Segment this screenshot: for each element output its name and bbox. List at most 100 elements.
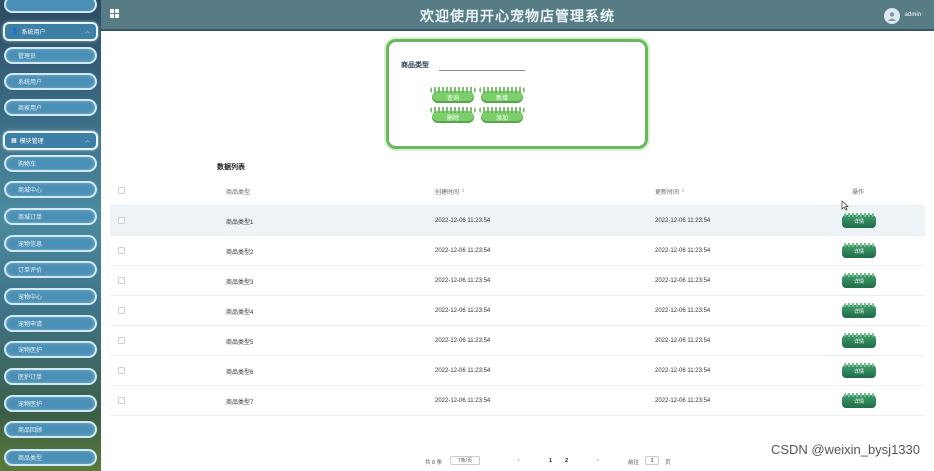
detail-button[interactable]: 详情 bbox=[842, 363, 876, 378]
search-panel: 商品类型 查询 新增 删除 添加 bbox=[386, 39, 648, 149]
sidebar-item[interactable]: 医护订单 bbox=[4, 368, 97, 385]
sidebar-item-active[interactable]: 商品类型 bbox=[4, 449, 97, 466]
detail-button[interactable]: 详情 bbox=[842, 213, 876, 228]
search-input[interactable] bbox=[439, 58, 525, 71]
cell-type: 商品类型4 bbox=[226, 309, 254, 316]
row-checkbox[interactable] bbox=[118, 397, 125, 404]
sidebar-item[interactable]: 系统用户 bbox=[4, 73, 97, 90]
sidebar-group-module-management[interactable]: ▦ 模块管理 ︿ bbox=[3, 131, 98, 150]
sidebar-item[interactable]: 购物车 bbox=[4, 155, 97, 172]
user-name[interactable]: admin bbox=[905, 12, 921, 18]
sidebar-item[interactable]: 商城中心 bbox=[4, 181, 97, 198]
header-created[interactable]: 创建时间 ⇕ bbox=[435, 176, 465, 206]
next-page-button[interactable]: > bbox=[596, 458, 599, 464]
cell-type: 商品类型7 bbox=[226, 399, 254, 406]
goto-label: 前往 bbox=[628, 460, 640, 466]
sidebar-item[interactable]: 宠物医护 bbox=[4, 341, 97, 358]
watermark: CSDN @weixin_bysj1330 bbox=[770, 442, 920, 457]
goto-unit: 页 bbox=[665, 460, 671, 466]
header-created-label: 创建时间 bbox=[435, 189, 460, 196]
avatar[interactable] bbox=[884, 8, 900, 24]
sidebar-item[interactable]: 商品回顾 bbox=[4, 421, 97, 438]
cell-type: 商品类型2 bbox=[226, 249, 254, 256]
table-row[interactable]: 商品类型5 2022-12-06 11:23:54 2022-12-06 11:… bbox=[110, 326, 925, 356]
row-checkbox[interactable] bbox=[118, 247, 125, 254]
cell-updated: 2022-12-06 11:23:54 bbox=[655, 338, 711, 344]
cell-updated: 2022-12-06 11:23:54 bbox=[655, 248, 711, 254]
search-label: 商品类型 bbox=[401, 62, 429, 69]
table-header: 商品类型 创建时间 ⇕ 更新时间 ⇕ 操作 bbox=[110, 176, 925, 206]
cell-type: 商品类型3 bbox=[226, 279, 254, 286]
sidebar: 👤 系统用户 ︿ 管理员 系统用户 商家用户 ▦ 模块管理 ︿ 购物车 商城中心… bbox=[0, 0, 101, 471]
detail-button[interactable]: 详情 bbox=[842, 393, 876, 408]
row-checkbox[interactable] bbox=[118, 337, 125, 344]
table-row[interactable]: 商品类型1 2022-12-06 11:23:54 2022-12-06 11:… bbox=[110, 206, 925, 236]
row-checkbox[interactable] bbox=[118, 217, 125, 224]
table-row[interactable]: 商品类型4 2022-12-06 11:23:54 2022-12-06 11:… bbox=[110, 296, 925, 326]
goto-page-input[interactable] bbox=[645, 456, 659, 465]
sidebar-item[interactable]: 宠物医护 bbox=[4, 395, 97, 412]
cell-type: 商品类型6 bbox=[226, 369, 254, 376]
sidebar-item[interactable]: 商家用户 bbox=[4, 99, 97, 116]
header-updated[interactable]: 更新时间 ⇕ bbox=[655, 176, 685, 206]
sidebar-group-system-users[interactable]: 👤 系统用户 ︿ bbox=[3, 22, 98, 41]
prev-page-button[interactable]: < bbox=[517, 458, 520, 464]
data-table: 商品类型 创建时间 ⇕ 更新时间 ⇕ 操作 商品类型1 2022-12-06 11:… bbox=[110, 176, 925, 416]
pager-total: 共 8 条 bbox=[425, 460, 443, 466]
cell-created: 2022-12-06 11:23:54 bbox=[435, 368, 491, 374]
cell-type: 商品类型5 bbox=[226, 339, 254, 346]
row-checkbox[interactable] bbox=[118, 367, 125, 374]
grid-icon: ▦ bbox=[11, 138, 17, 144]
header-updated-label: 更新时间 bbox=[655, 189, 680, 196]
query-button[interactable]: 查询 bbox=[430, 87, 476, 103]
top-header: 欢迎使用开心宠物店管理系统 admin bbox=[101, 0, 934, 31]
list-title: 数据列表 bbox=[217, 164, 245, 171]
sidebar-group-label: 模块管理 bbox=[19, 139, 44, 145]
mouse-cursor-icon bbox=[841, 200, 849, 211]
cell-updated: 2022-12-06 11:23:54 bbox=[655, 368, 711, 374]
sidebar-item[interactable]: 宠物中心 bbox=[4, 288, 97, 305]
table-row[interactable]: 商品类型2 2022-12-06 11:23:54 2022-12-06 11:… bbox=[110, 236, 925, 266]
sort-icon[interactable]: ⇕ bbox=[461, 188, 465, 194]
cell-created: 2022-12-06 11:23:54 bbox=[435, 308, 491, 314]
detail-button[interactable]: 详情 bbox=[842, 333, 876, 348]
header-operation: 操作 bbox=[852, 189, 865, 196]
sidebar-top-item[interactable] bbox=[4, 0, 97, 13]
sidebar-item[interactable]: 宠物申请 bbox=[4, 315, 97, 332]
cell-created: 2022-12-06 11:23:54 bbox=[435, 248, 491, 254]
select-all-checkbox[interactable] bbox=[118, 187, 125, 194]
detail-button[interactable]: 详情 bbox=[842, 273, 876, 288]
page-title: 欢迎使用开心宠物店管理系统 bbox=[420, 8, 615, 24]
sort-icon[interactable]: ⇕ bbox=[681, 188, 685, 194]
chevron-up-icon: ︿ bbox=[84, 138, 90, 144]
sidebar-group-label: 系统用户 bbox=[21, 30, 46, 36]
sidebar-item[interactable]: 商城订单 bbox=[4, 208, 97, 225]
table-row[interactable]: 商品类型7 2022-12-06 11:23:54 2022-12-06 11:… bbox=[110, 386, 925, 416]
chevron-up-icon: ︿ bbox=[84, 29, 90, 35]
cell-updated: 2022-12-06 11:23:54 bbox=[655, 398, 711, 404]
user-avatar-icon bbox=[888, 12, 896, 21]
detail-button[interactable]: 详情 bbox=[842, 243, 876, 258]
row-checkbox[interactable] bbox=[118, 277, 125, 284]
create-button[interactable]: 添加 bbox=[479, 107, 525, 123]
cell-updated: 2022-12-06 11:23:54 bbox=[655, 278, 711, 284]
sidebar-item[interactable]: 宠物信息 bbox=[4, 235, 97, 252]
page-1-button[interactable]: 1 bbox=[549, 458, 552, 464]
row-checkbox[interactable] bbox=[118, 307, 125, 314]
page-2-button[interactable]: 2 bbox=[565, 458, 568, 464]
cell-created: 2022-12-06 11:23:54 bbox=[435, 398, 491, 404]
delete-button[interactable]: 删除 bbox=[430, 107, 476, 123]
header-type: 商品类型 bbox=[226, 189, 251, 196]
detail-button[interactable]: 详情 bbox=[842, 303, 876, 318]
cell-updated: 2022-12-06 11:23:54 bbox=[655, 218, 711, 224]
cell-created: 2022-12-06 11:23:54 bbox=[435, 218, 491, 224]
sidebar-item[interactable]: 管理员 bbox=[4, 47, 97, 64]
table-row[interactable]: 商品类型6 2022-12-06 11:23:54 2022-12-06 11:… bbox=[110, 356, 925, 386]
cell-updated: 2022-12-06 11:23:54 bbox=[655, 308, 711, 314]
page-size-select[interactable]: 7条/页 bbox=[450, 456, 480, 465]
sidebar-item[interactable]: 订单评价 bbox=[4, 261, 97, 278]
user-icon: 👤 bbox=[11, 29, 19, 35]
add-button[interactable]: 新增 bbox=[479, 87, 525, 103]
table-row[interactable]: 商品类型3 2022-12-06 11:23:54 2022-12-06 11:… bbox=[110, 266, 925, 296]
cell-created: 2022-12-06 11:23:54 bbox=[435, 278, 491, 284]
